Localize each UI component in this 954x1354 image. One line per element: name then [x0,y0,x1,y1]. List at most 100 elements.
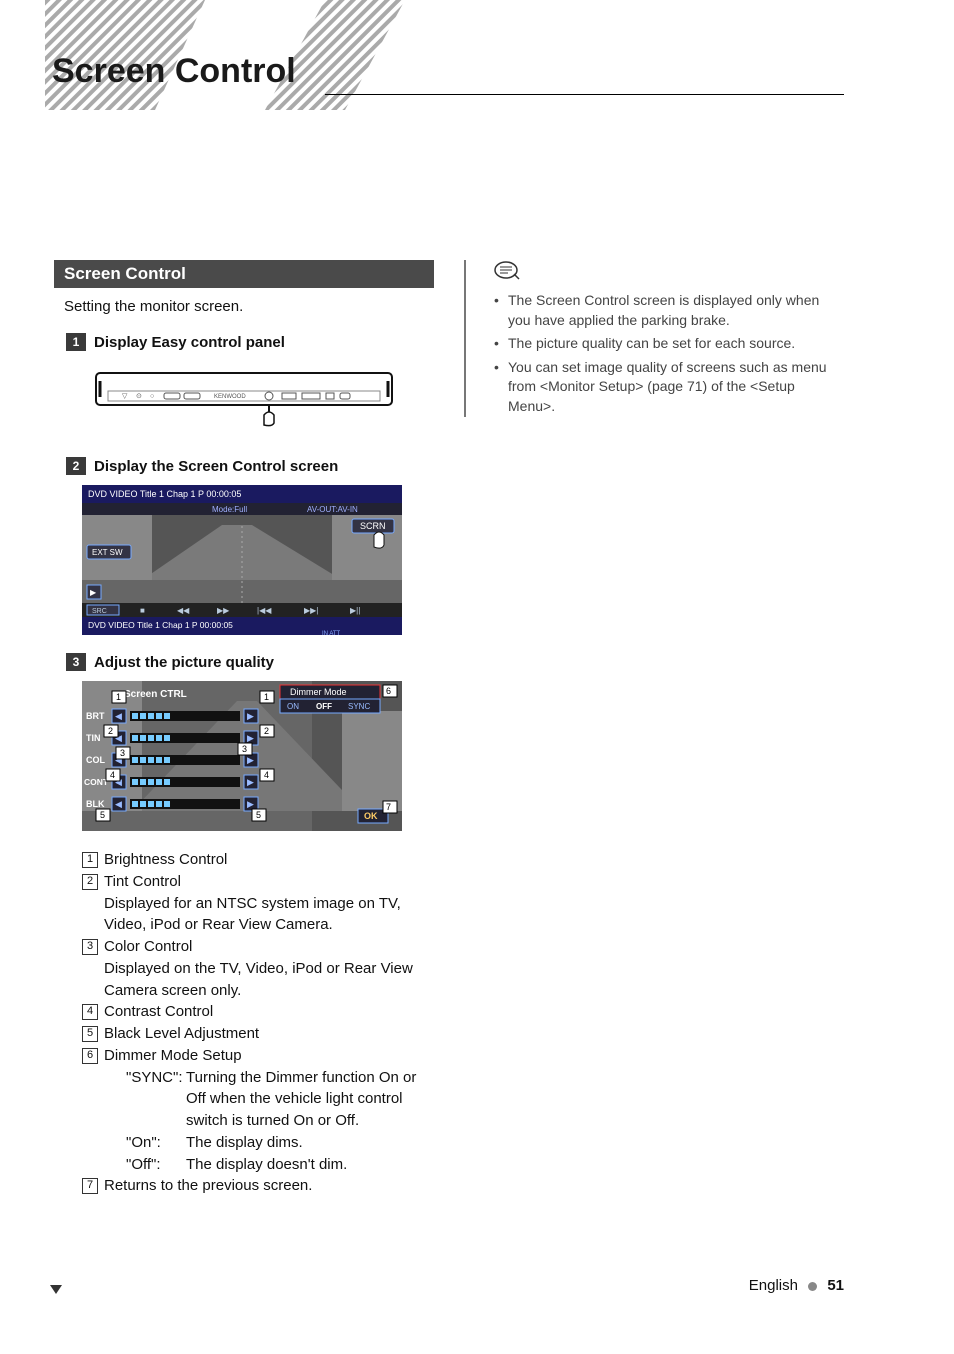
svg-text:SCRN: SCRN [360,521,386,531]
svg-text:▶: ▶ [247,733,254,743]
svg-text:⊙: ⊙ [136,393,142,400]
svg-text:TIN: TIN [86,733,101,743]
list-number: 7 [82,1178,98,1194]
svg-text:▽: ▽ [122,393,128,400]
note-item: •The Screen Control screen is displayed … [494,291,844,330]
page-footer: English 51 [749,1277,844,1294]
step-label: Adjust the picture quality [94,654,274,671]
touch-hand-icon [264,405,274,426]
svg-text:2: 2 [108,726,113,736]
svg-text:IN ATT: IN ATT [322,631,341,635]
list-item: 5 Black Level Adjustment [82,1023,434,1045]
step-number: 2 [66,457,86,475]
svg-text:|◀◀: |◀◀ [257,606,272,615]
step-label: Display the Screen Control screen [94,458,338,475]
step-1: 1 Display Easy control panel [66,333,434,351]
svg-text:Mode:Full: Mode:Full [212,505,247,514]
svg-text:4: 4 [264,770,269,780]
svg-text:2: 2 [264,726,269,736]
svg-text:ON: ON [287,702,299,711]
svg-text:SYNC: SYNC [348,702,370,711]
notes-block: •The Screen Control screen is displayed … [464,260,844,417]
svg-text:3: 3 [120,748,125,758]
svg-text:○: ○ [150,393,154,400]
step-3: 3 Adjust the picture quality [66,653,434,671]
list-number: 6 [82,1048,98,1064]
svg-text:6: 6 [386,686,391,696]
callout-list: 1 Brightness Control 2 Tint Control Display… [82,849,434,1197]
mode-val: The display dims. [186,1132,434,1154]
list-item: 7 Returns to the previous screen. [82,1175,434,1197]
mode-val: The display doesn't dim. [186,1154,434,1176]
screen-control-screenshot: DVD VIDEO Title 1 Chap 1 P 00:00:05 Mode… [82,485,402,635]
svg-text:7: 7 [386,802,391,812]
picture-quality-screenshot: Screen CTRL Dimmer Mode ON OFF SYNC 6 BR… [82,681,402,831]
svg-text:5: 5 [256,810,261,820]
svg-text:CONT: CONT [84,777,109,787]
list-item: 3Color ControlDisplayed on the TV, Video… [82,936,434,1001]
list-text: Dimmer Mode Setup [104,1047,242,1064]
list-text: Brightness Control [104,849,434,871]
step-number: 3 [66,653,86,671]
svg-text:4: 4 [110,770,115,780]
svg-text:OFF: OFF [316,702,332,711]
bullet-icon: • [494,334,502,354]
bullet-icon: • [494,358,502,417]
svg-text:OK: OK [364,811,378,821]
list-desc: Displayed for an NTSC system image on TV… [104,893,434,937]
left-column: Screen Control Setting the monitor scree… [54,260,434,1197]
svg-text:◀: ◀ [115,799,122,809]
list-text: Color Control [104,938,192,955]
svg-text:Screen CTRL: Screen CTRL [124,689,187,700]
svg-text:5: 5 [100,810,105,820]
svg-text:◀: ◀ [115,711,122,721]
svg-text:DVD VIDEO Title 1 Chap: DVD VIDEO Title 1 Chap 1 P 00:00:05 [88,489,241,499]
mode-key: "On": [126,1132,186,1154]
step-label: Display Easy control panel [94,334,285,351]
list-number: 1 [82,852,98,868]
right-column: •The Screen Control screen is displayed … [464,260,844,1197]
list-item: 2 Tint Control Displayed for an NTSC syste… [82,871,434,936]
svg-text:COL: COL [86,755,106,765]
touch-hand-icon [374,532,384,548]
list-item: 6 Dimmer Mode Setup "SYNC":Turning the D… [82,1045,434,1176]
svg-text:BLK: BLK [86,799,105,809]
note-item: •You can set image quality of screens su… [494,358,844,417]
svg-text:AV-OUT:AV-IN: AV-OUT:AV-IN [307,505,358,514]
svg-text:SRC: SRC [92,608,107,615]
svg-text:▶▶: ▶▶ [217,606,230,615]
list-text: Contrast Control [104,1001,434,1023]
svg-text:▶: ▶ [247,755,254,765]
list-text: Tint Control [104,873,181,890]
list-text: Black Level Adjustment [104,1023,434,1045]
note-text: The picture quality can be set for each … [508,334,795,354]
note-item: • The picture quality can be set for each… [494,334,844,354]
list-desc: Displayed on the TV, Video, iPod or Rear… [104,958,434,1002]
section-heading: Screen Control [54,260,434,288]
svg-text:◀◀: ◀◀ [177,606,190,615]
note-icon [494,260,844,285]
svg-text:▶: ▶ [247,777,254,787]
svg-text:EXT SW: EXT SW [92,548,123,557]
device-panel-illustration: ▽ ⊙ ○ KENWOOD [94,361,394,431]
svg-text:▶||: ▶|| [350,606,360,615]
list-number: 2 [82,874,98,890]
svg-text:1: 1 [264,692,269,702]
notes-rule [464,260,466,417]
page-title: Screen Control [52,52,296,91]
footer-page-number: 51 [827,1277,844,1294]
mode-val: Turning the Dimmer function On or Off wh… [186,1067,434,1132]
page-header: Screen Control [0,0,954,110]
step-2: 2 Display the Screen Control screen [66,457,434,475]
mode-key: "SYNC": [126,1067,186,1132]
list-text: Returns to the previous screen. [104,1175,434,1197]
svg-text:1: 1 [116,692,121,702]
note-text: You can set image quality of screens suc… [508,358,844,417]
list-item: 4Contrast Control [82,1001,434,1023]
intro-text: Setting the monitor screen. [64,298,434,315]
svg-text:KENWOOD: KENWOOD [214,394,246,400]
bullet-icon: • [494,291,502,330]
list-item: 1 Brightness Control [82,849,434,871]
list-number: 5 [82,1026,98,1042]
footer-language: English [749,1277,798,1294]
